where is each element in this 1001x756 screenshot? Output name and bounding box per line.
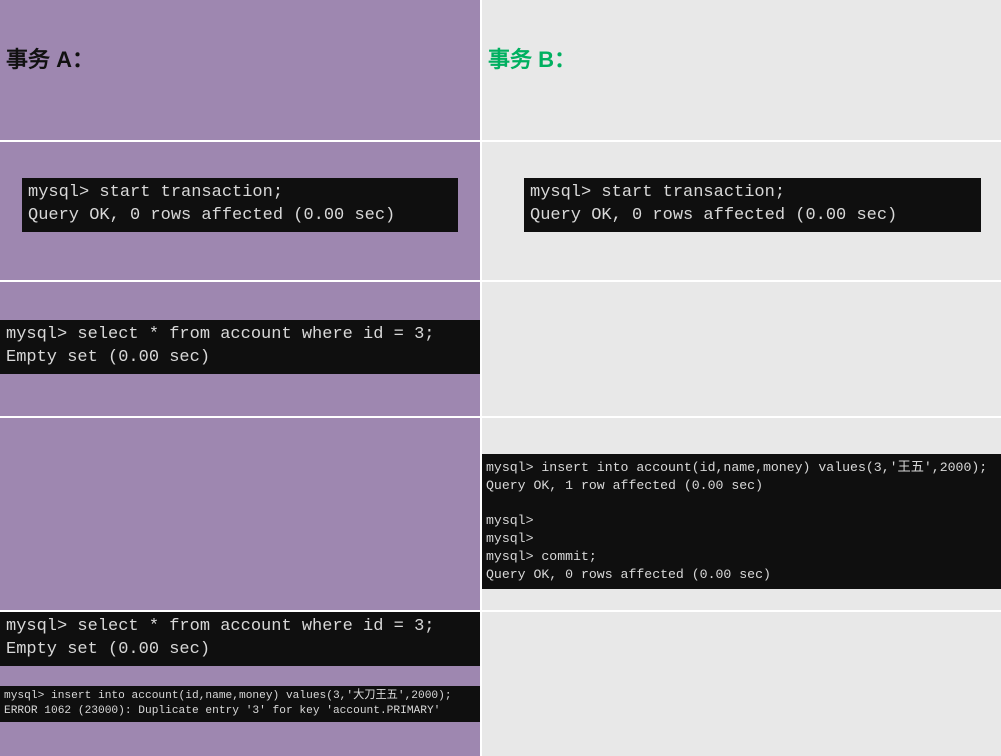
cell-a-row5: mysql> select * from account where id = …: [0, 612, 480, 756]
terminal-a-insert-error: mysql> insert into account(id,name,money…: [0, 686, 480, 722]
header-cell-b: 事务 B：: [482, 0, 1001, 140]
transaction-b-label: 事务 B：: [488, 42, 1001, 74]
terminal-a-start: mysql> start transaction; Query OK, 0 ro…: [22, 178, 458, 232]
terminal-b-start: mysql> start transaction; Query OK, 0 ro…: [524, 178, 981, 232]
cell-a-start: mysql> start transaction; Query OK, 0 ro…: [0, 142, 480, 280]
terminal-a-select1: mysql> select * from account where id = …: [0, 320, 480, 374]
terminal-a-select2: mysql> select * from account where id = …: [0, 612, 480, 666]
comparison-grid: 事务 A： 事务 B： mysql> start transaction; Qu…: [0, 0, 1001, 756]
transaction-a-label: 事务 A：: [6, 42, 480, 74]
cell-b-insert: mysql> insert into account(id,name,money…: [482, 418, 1001, 610]
cell-a-row4-empty: [0, 418, 480, 610]
header-cell-a: 事务 A：: [0, 0, 480, 140]
cell-b-row3-empty: [482, 282, 1001, 416]
cell-a-select1: mysql> select * from account where id = …: [0, 282, 480, 416]
cell-b-row5-empty: [482, 612, 1001, 756]
terminal-b-insert: mysql> insert into account(id,name,money…: [482, 454, 1001, 589]
cell-b-start: mysql> start transaction; Query OK, 0 ro…: [482, 142, 1001, 280]
